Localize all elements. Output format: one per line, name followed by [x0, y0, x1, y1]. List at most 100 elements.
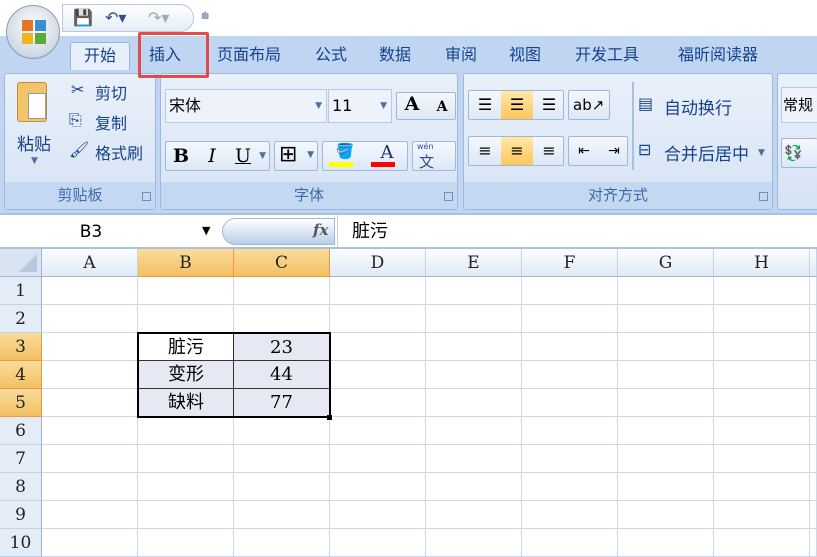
row-header-10[interactable]: 10 [0, 529, 42, 557]
data-cell[interactable]: 变形 [138, 361, 234, 389]
align-middle-button[interactable]: ☰ [501, 91, 533, 119]
align-center-button[interactable]: ≡ [501, 137, 533, 165]
chevron-down-icon[interactable]: ▼ [315, 90, 322, 122]
cell[interactable] [234, 529, 330, 557]
cell[interactable] [810, 305, 817, 333]
row-header-3[interactable]: 3 [0, 333, 42, 361]
cell[interactable] [138, 445, 234, 473]
cell[interactable] [138, 417, 234, 445]
row-header-7[interactable]: 7 [0, 445, 42, 473]
cell[interactable] [522, 361, 618, 389]
tab-data[interactable]: 数据 [372, 42, 418, 70]
paste-button[interactable]: 粘贴 [17, 130, 51, 155]
cell[interactable] [138, 473, 234, 501]
cell[interactable] [234, 417, 330, 445]
cell[interactable] [714, 529, 810, 557]
cell[interactable] [330, 277, 426, 305]
insert-function-button[interactable]: fx [313, 221, 328, 239]
cell[interactable] [330, 389, 426, 417]
cell[interactable] [330, 501, 426, 529]
font-name-input[interactable]: 宋体 ▼ [165, 89, 327, 123]
cell[interactable] [618, 333, 714, 361]
undo-icon[interactable]: ↶▾ [105, 8, 126, 27]
cell[interactable] [714, 501, 810, 529]
cell[interactable] [714, 389, 810, 417]
cell[interactable] [42, 529, 138, 557]
merge-center-button[interactable]: 合并后居中 [664, 140, 749, 165]
column-header-f[interactable]: F [522, 249, 618, 277]
cell[interactable] [810, 529, 817, 557]
column-header-b[interactable]: B [138, 249, 234, 277]
column-header-c[interactable]: C [234, 249, 330, 277]
cell[interactable] [426, 361, 522, 389]
cell[interactable] [138, 305, 234, 333]
cell[interactable] [618, 305, 714, 333]
align-right-button[interactable]: ≡ [533, 137, 565, 165]
cell[interactable] [426, 333, 522, 361]
decrease-indent-button[interactable]: ⇤ [569, 137, 599, 165]
fill-handle[interactable] [327, 415, 332, 420]
font-color-button[interactable]: A [367, 142, 407, 170]
tab-formulas[interactable]: 公式 [308, 42, 354, 70]
cell[interactable] [522, 473, 618, 501]
cell[interactable] [330, 361, 426, 389]
cell[interactable] [330, 529, 426, 557]
row-header-8[interactable]: 8 [0, 473, 42, 501]
row-header-2[interactable]: 2 [0, 305, 42, 333]
cell[interactable] [522, 333, 618, 361]
tab-review[interactable]: 审阅 [438, 42, 484, 70]
name-box[interactable]: B3 [0, 218, 222, 246]
cell[interactable] [810, 417, 817, 445]
cell[interactable] [426, 305, 522, 333]
cell[interactable] [522, 277, 618, 305]
cell[interactable] [522, 305, 618, 333]
cell[interactable] [42, 501, 138, 529]
font-size-input[interactable]: 11 ▼ [328, 89, 392, 123]
cell[interactable] [522, 389, 618, 417]
grow-font-button[interactable]: A [397, 93, 427, 119]
cell[interactable] [810, 333, 817, 361]
row-header-5[interactable]: 5 [0, 389, 42, 417]
tab-home[interactable]: 开始 [70, 42, 130, 70]
fill-color-button[interactable]: 🪣 [325, 142, 365, 170]
cell[interactable] [522, 417, 618, 445]
cell[interactable] [618, 473, 714, 501]
cell[interactable] [810, 389, 817, 417]
cell[interactable] [714, 333, 810, 361]
cell[interactable] [714, 417, 810, 445]
cell[interactable] [330, 473, 426, 501]
dialog-launcher-icon[interactable] [142, 192, 151, 201]
chevron-down-icon[interactable]: ▼ [259, 142, 266, 170]
row-header-1[interactable]: 1 [0, 277, 42, 305]
column-header-d[interactable]: D [330, 249, 426, 277]
cell[interactable] [42, 389, 138, 417]
data-cell[interactable]: 44 [234, 361, 330, 389]
italic-button[interactable]: I [196, 142, 228, 170]
dialog-launcher-icon[interactable] [759, 192, 768, 201]
tab-page-layout[interactable]: 页面布局 [210, 42, 288, 70]
cell[interactable] [138, 277, 234, 305]
cell[interactable] [330, 305, 426, 333]
cell[interactable] [618, 417, 714, 445]
tab-view[interactable]: 视图 [502, 42, 548, 70]
column-header-a[interactable]: A [42, 249, 138, 277]
row-header-4[interactable]: 4 [0, 361, 42, 389]
underline-button[interactable]: U [228, 142, 258, 170]
chevron-down-icon[interactable]: ▼ [758, 148, 765, 158]
cell[interactable] [42, 277, 138, 305]
cell[interactable] [426, 389, 522, 417]
cell[interactable] [810, 277, 817, 305]
data-cell[interactable]: 77 [234, 389, 330, 417]
cell[interactable] [330, 333, 426, 361]
chevron-down-icon[interactable]: ▼ [380, 90, 387, 122]
office-button[interactable] [6, 5, 60, 59]
cell[interactable] [618, 501, 714, 529]
column-header-partial[interactable] [810, 249, 817, 277]
cell[interactable] [138, 529, 234, 557]
cell[interactable] [522, 445, 618, 473]
cell[interactable] [618, 389, 714, 417]
cell[interactable] [618, 445, 714, 473]
cell[interactable] [426, 529, 522, 557]
cell[interactable] [714, 361, 810, 389]
cell[interactable] [234, 445, 330, 473]
